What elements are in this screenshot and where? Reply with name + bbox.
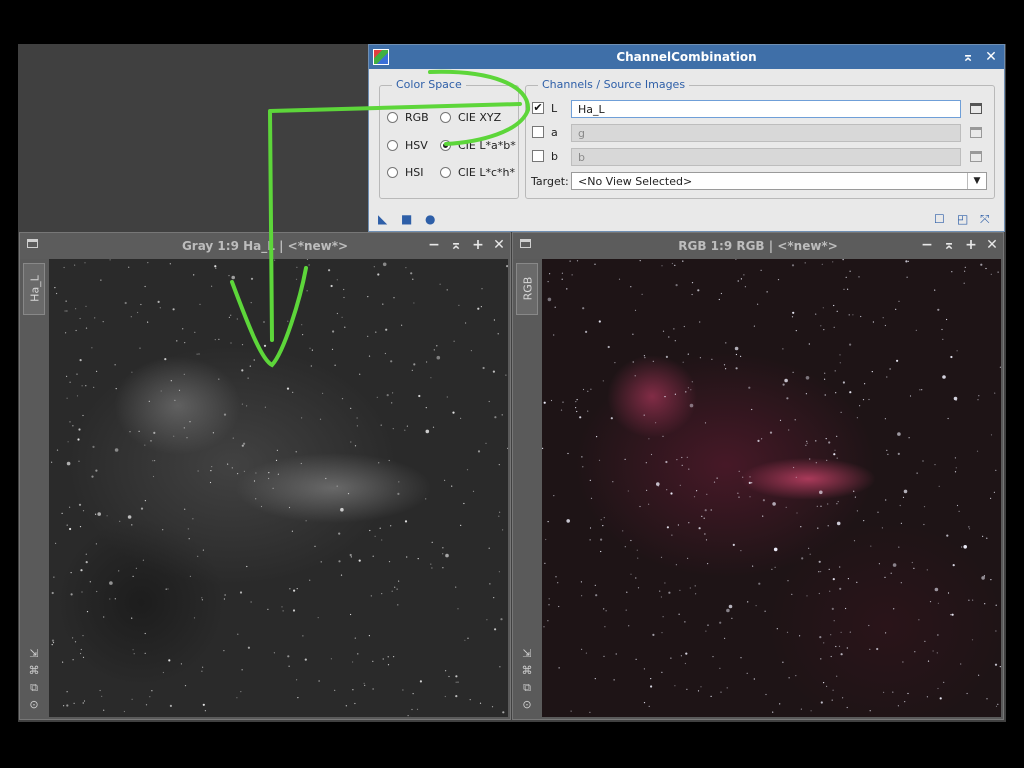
clone-icon[interactable]: ⧉ (24, 679, 44, 696)
resize-icon[interactable]: ⇲ (517, 645, 537, 662)
image-window-gray[interactable]: Gray 1:9 Ha_L | <*new*> − ⌅ + ✕ Ha_L ⇲ ⌘… (19, 232, 511, 720)
close-icon[interactable]: ✕ (490, 236, 508, 254)
reset-icon[interactable]: ⤧ (980, 212, 990, 227)
radio-label: CIE L*a*b* (458, 139, 516, 152)
channel-l-checkbox[interactable]: ✔ (532, 102, 544, 114)
view-tab[interactable]: RGB (516, 263, 538, 315)
radio-label: HSV (405, 139, 428, 152)
dialog-title: ChannelCombination (616, 50, 757, 64)
image-window-rgb[interactable]: RGB 1:9 RGB | <*new*> − ⌅ + ✕ RGB ⇲ ⌘ ⧉ … (512, 232, 1004, 720)
starfield (51, 259, 508, 717)
target-icon[interactable]: ⊙ (24, 696, 44, 713)
radio-cie-xyz[interactable]: CIE XYZ (440, 111, 501, 124)
channel-a-checkbox[interactable] (532, 126, 544, 138)
image-canvas[interactable] (542, 259, 1001, 717)
radio-label: RGB (405, 111, 429, 124)
fit-icon[interactable]: ⌘ (517, 662, 537, 679)
radio-cie-lch[interactable]: CIE L*c*h* (440, 166, 515, 179)
channel-l-field[interactable]: Ha_L (571, 100, 961, 118)
view-tab-label: RGB (521, 276, 535, 301)
radio-cie-lab[interactable]: CIE L*a*b* (440, 139, 516, 152)
radio-circle (387, 167, 398, 178)
view-tab[interactable]: Ha_L (23, 263, 45, 315)
color-space-group: Color Space RGB CIE XYZ HSV CIE L*a*b* H… (379, 78, 519, 199)
dialog-titlebar[interactable]: ChannelCombination ⌅ ✕ (369, 45, 1004, 69)
select-view-icon[interactable] (970, 151, 982, 162)
preview-icon[interactable]: ☐ (934, 212, 945, 226)
maximize-icon[interactable]: + (469, 236, 487, 254)
radio-hsv[interactable]: HSV (387, 139, 428, 152)
channel-b-label: b (551, 150, 558, 163)
target-icon[interactable]: ⊙ (517, 696, 537, 713)
select-view-icon[interactable] (970, 103, 982, 114)
target-select[interactable]: <No View Selected> ▼ (571, 172, 987, 190)
minimize-icon[interactable]: − (918, 236, 936, 254)
close-icon[interactable]: ✕ (983, 236, 1001, 254)
starfield (542, 259, 1001, 713)
shade-icon[interactable]: ⌅ (960, 48, 976, 66)
close-icon[interactable]: ✕ (983, 48, 999, 66)
view-tools: ⇲ ⌘ ⧉ ⊙ (517, 645, 537, 713)
maximize-icon[interactable]: + (962, 236, 980, 254)
image-canvas[interactable] (49, 259, 508, 717)
radio-label: CIE L*c*h* (458, 166, 516, 179)
radio-circle (440, 167, 451, 178)
fit-icon[interactable]: ⌘ (24, 662, 44, 679)
radio-label: HSI (405, 166, 424, 179)
channel-a-label: a (551, 126, 558, 139)
apply-global-icon[interactable]: ● (425, 212, 435, 226)
shade-icon[interactable]: ⌅ (447, 236, 465, 254)
channel-a-field[interactable]: g (571, 124, 961, 142)
radio-label: CIE XYZ (458, 111, 502, 124)
view-tab-label: Ha_L (28, 275, 42, 302)
image-window-titlebar[interactable]: Gray 1:9 Ha_L | <*new*> − ⌅ + ✕ (20, 233, 510, 259)
radio-circle-selected (440, 140, 451, 151)
resize-icon[interactable]: ⇲ (24, 645, 44, 662)
new-instance-icon[interactable]: ◣ (378, 212, 387, 226)
channel-b-checkbox[interactable] (532, 150, 544, 162)
target-select-value: <No View Selected> (578, 175, 693, 188)
color-space-legend: Color Space (392, 78, 466, 91)
chevron-down-icon: ▼ (967, 173, 986, 189)
radio-circle (387, 140, 398, 151)
channel-l-label: L (551, 102, 558, 115)
document-icon[interactable]: ◰ (957, 212, 968, 226)
view-tools: ⇲ ⌘ ⧉ ⊙ (24, 645, 44, 713)
radio-rgb[interactable]: RGB (387, 111, 429, 124)
radio-hsi[interactable]: HSI (387, 166, 424, 179)
shade-icon[interactable]: ⌅ (940, 236, 958, 254)
channels-legend: Channels / Source Images (538, 78, 690, 91)
minimize-icon[interactable]: − (425, 236, 443, 254)
image-window-titlebar[interactable]: RGB 1:9 RGB | <*new*> − ⌅ + ✕ (513, 233, 1003, 259)
radio-circle (440, 112, 451, 123)
radio-circle (387, 112, 398, 123)
channel-b-field[interactable]: b (571, 148, 961, 166)
target-label: Target: (531, 175, 569, 188)
channel-combination-dialog[interactable]: ChannelCombination ⌅ ✕ Color Space RGB C… (368, 44, 1005, 232)
select-view-icon[interactable] (970, 127, 982, 138)
clone-icon[interactable]: ⧉ (517, 679, 537, 696)
apply-icon[interactable]: ■ (401, 212, 412, 226)
